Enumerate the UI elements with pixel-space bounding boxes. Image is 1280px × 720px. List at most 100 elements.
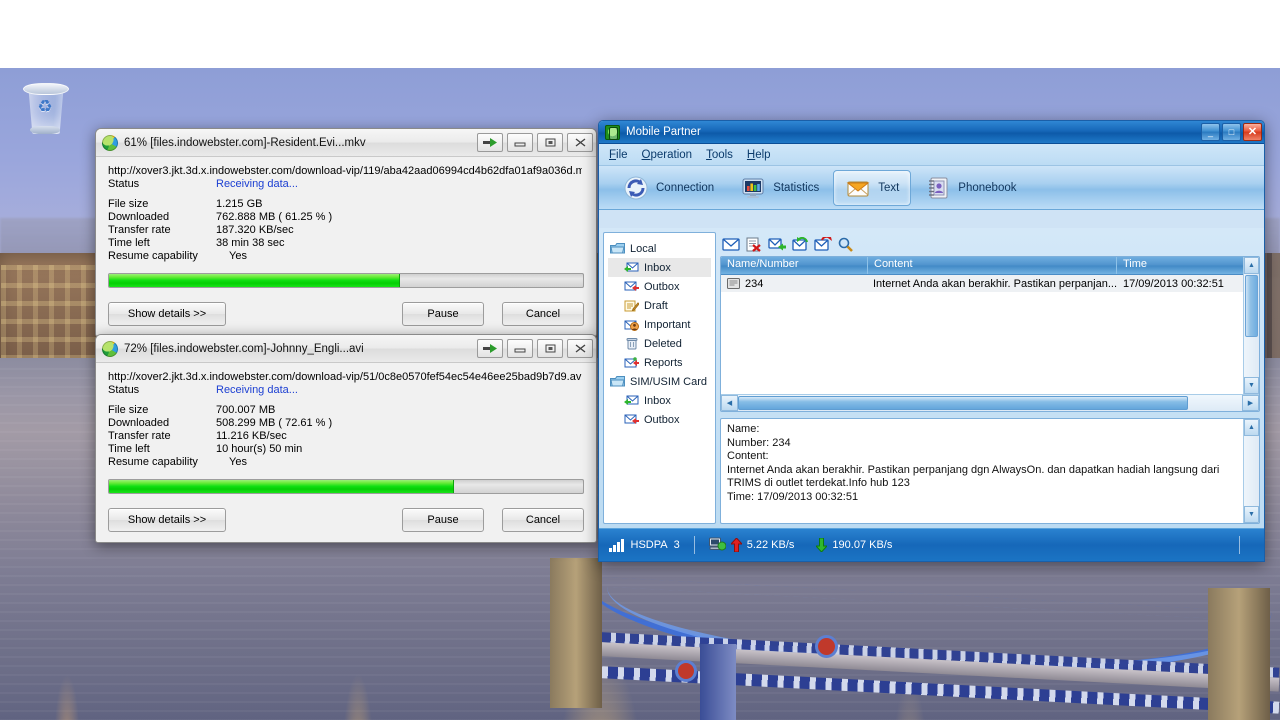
column-header-content[interactable]: Content bbox=[868, 257, 1117, 274]
message-list-horizontal-scrollbar[interactable]: ◀ ▶ bbox=[721, 394, 1259, 411]
mobile-partner-window[interactable]: Mobile Partner _ □ ✕ File Operation Tool… bbox=[598, 120, 1265, 562]
vertical-scroll-track[interactable] bbox=[1244, 338, 1259, 377]
vertical-scroll-track[interactable] bbox=[1244, 436, 1259, 506]
tree-item-local-reports[interactable]: Reports bbox=[608, 353, 711, 372]
tree-item-sim-outbox[interactable]: Outbox bbox=[608, 410, 711, 429]
download-2-body: http://xover2.jkt.3d.x.indowebster.com/d… bbox=[96, 363, 596, 542]
recycle-bin-icon[interactable]: ♻ bbox=[18, 78, 74, 138]
table-row[interactable]: 234 Internet Anda akan berakhir. Pastika… bbox=[721, 275, 1243, 292]
download-2-resume-row: Resume capability Yes bbox=[108, 456, 584, 468]
horizontal-scroll-thumb[interactable] bbox=[738, 396, 1188, 410]
tree-label: Outbox bbox=[644, 280, 680, 293]
download-2-titlebar[interactable]: 72% [files.indowebster.com]-Johnny_Engli… bbox=[96, 335, 596, 363]
send-message-icon[interactable] bbox=[814, 235, 832, 252]
resume-capability-label: Resume capability bbox=[108, 456, 198, 468]
connection-throughput: 5.22 KB/s bbox=[708, 537, 794, 554]
detail-vertical-scrollbar[interactable]: ▲ ▼ bbox=[1243, 419, 1259, 523]
scroll-down-icon[interactable]: ▼ bbox=[1244, 377, 1259, 394]
close-icon[interactable]: ✕ bbox=[1243, 123, 1262, 141]
status-divider-right bbox=[1239, 536, 1240, 554]
inbox-envelope-icon bbox=[624, 395, 639, 407]
bridge-tower-right bbox=[1208, 588, 1270, 720]
envelope-icon bbox=[845, 175, 871, 201]
scroll-left-icon[interactable]: ◀ bbox=[721, 395, 738, 411]
new-message-icon[interactable] bbox=[722, 237, 740, 252]
network-type-label: HSDPA bbox=[630, 539, 668, 551]
tree-item-sim-inbox[interactable]: Inbox bbox=[608, 391, 711, 410]
download-window-1[interactable]: 61% [files.indowebster.com]-Resident.Evi… bbox=[95, 128, 597, 337]
scroll-down-icon[interactable]: ▼ bbox=[1244, 506, 1259, 523]
minimize-icon[interactable]: _ bbox=[1201, 123, 1220, 141]
scroll-right-icon[interactable]: ▶ bbox=[1242, 395, 1259, 411]
status-divider bbox=[693, 536, 695, 554]
tree-item-local-deleted[interactable]: Deleted bbox=[608, 334, 711, 353]
scroll-up-icon[interactable]: ▲ bbox=[1244, 419, 1259, 436]
upload-arrow-icon bbox=[729, 537, 743, 553]
message-pane: Name/Number Content Time 234 Internet An… bbox=[720, 232, 1260, 524]
show-details-button[interactable]: Show details >> bbox=[108, 302, 226, 326]
minimize-icon[interactable] bbox=[507, 339, 533, 358]
tree-label: Draft bbox=[644, 299, 668, 312]
delete-message-icon[interactable] bbox=[745, 237, 763, 252]
pause-button[interactable]: Pause bbox=[402, 508, 484, 532]
recycle-bin-base bbox=[30, 126, 60, 134]
menu-item-tools[interactable]: Tools bbox=[706, 149, 733, 161]
tree-item-local[interactable]: Local bbox=[608, 239, 711, 258]
tray-arrow-icon[interactable] bbox=[477, 339, 503, 358]
cancel-button[interactable]: Cancel bbox=[502, 302, 584, 326]
column-header-name-number[interactable]: Name/Number bbox=[721, 257, 868, 274]
toolbar-button-connection[interactable]: Connection bbox=[611, 170, 726, 206]
status-label: Status bbox=[108, 178, 140, 190]
close-icon[interactable] bbox=[567, 339, 593, 358]
minimize-icon[interactable] bbox=[507, 133, 533, 152]
pause-button[interactable]: Pause bbox=[402, 302, 484, 326]
message-detail-text: Name: Number: 234 Content: Internet Anda… bbox=[727, 423, 1220, 503]
mobile-partner-content: Local Inbox Outbox Draft Important Delet… bbox=[599, 228, 1264, 528]
downloaded-value: 762.888 MB ( 61.25 % ) bbox=[216, 211, 333, 223]
download-2-title: 72% [files.indowebster.com]-Johnny_Engli… bbox=[124, 342, 364, 355]
maximize-icon[interactable]: □ bbox=[1222, 123, 1241, 141]
maximize-icon[interactable] bbox=[537, 133, 563, 152]
toolbar-button-phonebook[interactable]: Phonebook bbox=[913, 170, 1028, 206]
file-size-label: File size bbox=[108, 198, 149, 210]
tree-item-local-outbox[interactable]: Outbox bbox=[608, 277, 711, 296]
cancel-button[interactable]: Cancel bbox=[502, 508, 584, 532]
tree-item-local-draft[interactable]: Draft bbox=[608, 296, 711, 315]
message-detail-panel[interactable]: Name: Number: 234 Content: Internet Anda… bbox=[720, 418, 1260, 524]
forward-message-icon[interactable] bbox=[768, 237, 786, 252]
mobile-partner-titlebar[interactable]: Mobile Partner _ □ ✕ bbox=[599, 121, 1264, 144]
vertical-scroll-thumb[interactable] bbox=[1245, 275, 1258, 337]
message-list[interactable]: Name/Number Content Time 234 Internet An… bbox=[720, 256, 1260, 412]
horizontal-scroll-track[interactable] bbox=[1188, 395, 1242, 411]
address-book-icon bbox=[925, 175, 951, 201]
download-arrow-icon bbox=[815, 537, 829, 553]
status-value: Receiving data... bbox=[216, 384, 298, 396]
download-1-filesize-row: File size 1.215 GB bbox=[108, 198, 584, 210]
download-window-2[interactable]: 72% [files.indowebster.com]-Johnny_Engli… bbox=[95, 334, 597, 543]
reply-message-icon[interactable] bbox=[791, 236, 809, 252]
main-toolbar: Connection Statistics Text Phonebook bbox=[599, 166, 1264, 210]
menu-item-file[interactable]: File bbox=[609, 149, 628, 161]
search-icon[interactable] bbox=[837, 237, 855, 252]
menu-item-help[interactable]: Help bbox=[747, 149, 771, 161]
scroll-up-icon[interactable]: ▲ bbox=[1244, 257, 1259, 274]
idm-globe-icon bbox=[102, 340, 118, 357]
column-header-time[interactable]: Time bbox=[1117, 257, 1243, 274]
maximize-icon[interactable] bbox=[537, 339, 563, 358]
show-details-button[interactable]: Show details >> bbox=[108, 508, 226, 532]
tree-label: Reports bbox=[644, 356, 683, 369]
toolbar-button-statistics[interactable]: Statistics bbox=[728, 170, 831, 206]
tree-label: SIM/USIM Card bbox=[630, 375, 708, 388]
menu-item-operation[interactable]: Operation bbox=[642, 149, 693, 161]
tray-arrow-icon[interactable] bbox=[477, 133, 503, 152]
download-1-titlebar[interactable]: 61% [files.indowebster.com]-Resident.Evi… bbox=[96, 129, 596, 157]
tree-item-sim-usim-card[interactable]: SIM/USIM Card bbox=[608, 372, 711, 391]
toolbar-button-text[interactable]: Text bbox=[833, 169, 912, 206]
close-icon[interactable] bbox=[567, 133, 593, 152]
tree-item-local-inbox[interactable]: Inbox bbox=[608, 258, 711, 277]
tree-item-local-important[interactable]: Important bbox=[608, 315, 711, 334]
message-toolbar bbox=[720, 232, 1260, 256]
folder-tree[interactable]: Local Inbox Outbox Draft Important Delet… bbox=[603, 232, 716, 524]
folder-icon bbox=[610, 242, 625, 255]
message-list-vertical-scrollbar[interactable]: ▲ ▼ bbox=[1243, 257, 1259, 394]
